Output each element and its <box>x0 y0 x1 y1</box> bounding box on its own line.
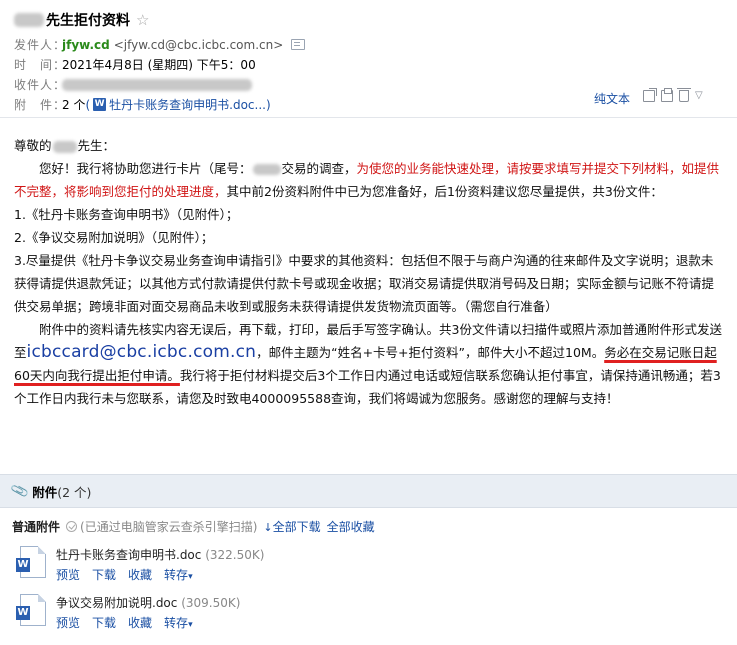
attachment-close-paren: ) <box>265 97 271 112</box>
caret-down-icon: ▾ <box>188 572 193 582</box>
attachment-row: 附 件： 2 个 ( W 牡丹卡账务查询申明书.doc... ) <box>14 96 271 113</box>
word-file-icon: W <box>16 546 46 578</box>
scan-note-text: (已通过电脑管家云查杀引擎扫描) <box>80 520 258 534</box>
attachment-open-paren: ( <box>85 97 91 112</box>
greeting: 尊敬的 先生： <box>14 134 724 157</box>
paragraph-2: 附件中的资料请先核实内容无误后，再下载，打印，最后手写签字确认。共3份文件请以扫… <box>14 318 724 410</box>
subject-text: 先生拒付资料 <box>46 13 130 29</box>
save-to-label: 转存 <box>164 616 189 630</box>
download-button[interactable]: 下载 <box>92 614 116 631</box>
time-label: 时 间： <box>14 58 67 72</box>
download-all-button[interactable]: ↓全部下载 <box>263 518 320 535</box>
recipient-label: 收件人： <box>14 78 67 92</box>
header-toolbar: ▽ <box>643 88 703 102</box>
attachments-count: (2 个) <box>57 484 92 500</box>
paragraph-1: 您好！我行将协助您进行卡片（尾号： 交易的调查，为使您的业务能快速处理，请按要求填… <box>14 157 724 203</box>
sender-name[interactable]: jfyw.cd <box>62 38 110 52</box>
list-item-2: 2.《争议交易附加说明》（见附件）； <box>14 230 214 245</box>
list-item-1: 1.《牡丹卡账务查询申明书》（见附件）； <box>14 207 239 222</box>
attachment-preview-link[interactable]: 牡丹卡账务查询申明书.doc... <box>109 96 266 113</box>
redacted-surname <box>52 140 77 153</box>
attachments-toolbar: 普通附件 (已通过电脑管家云查杀引擎扫描) ↓全部下载 全部收藏 <box>12 518 375 535</box>
recipient-row: 收件人： <box>14 76 252 93</box>
favorite-all-button[interactable]: 全部收藏 <box>327 518 375 535</box>
sender-row: 发件人： jfyw.cd <jfyw.cd@cbc.icbc.com.cn> <box>14 36 306 53</box>
sender-label: 发件人： <box>14 38 67 52</box>
attachment-file-1: W 牡丹卡账务查询申明书.doc (322.50K) 预览 下载 收藏 转存▾ <box>16 546 265 583</box>
save-to-button[interactable]: 转存▾ <box>164 566 193 583</box>
file-size: (322.50K) <box>205 548 265 562</box>
time-row: 时 间： 2021年4月8日 (星期四) 下午5：00 <box>14 56 256 73</box>
preview-button[interactable]: 预览 <box>56 566 80 583</box>
contact-card-icon[interactable] <box>291 39 306 50</box>
redacted-card-tail <box>252 164 281 175</box>
contact-email-link[interactable]: icbccard@cbc.icbc.com.cn <box>27 342 257 362</box>
para1-text-c: 其中前2份资料附件中已为您准备好，后1份资料建议您尽量提供，共3份文件： <box>226 184 663 199</box>
normal-attachments-label: 普通附件 <box>12 520 61 534</box>
trash-icon[interactable] <box>677 88 691 102</box>
attachment-count: 2 个 <box>62 98 86 112</box>
attachments-title: 附件 <box>32 484 58 500</box>
redacted-name <box>14 13 44 27</box>
fold-icon[interactable]: ▽ <box>695 90 703 102</box>
para1-text-b: 交易的调查， <box>281 161 357 176</box>
download-arrow-icon: ↓ <box>263 521 273 534</box>
download-all-label: 全部下载 <box>272 520 321 534</box>
mail-header: 先生拒付资料 ☆ 发件人： jfyw.cd <jfyw.cd@cbc.icbc.… <box>0 0 737 118</box>
sender-email[interactable]: <jfyw.cd@cbc.icbc.com.cn> <box>114 38 284 52</box>
mail-subject: 先生拒付资料 ☆ <box>14 10 149 30</box>
attachments-bar: 📎 附件 (2 个) <box>0 474 737 508</box>
file-name[interactable]: 争议交易附加说明.doc <box>56 596 177 610</box>
scan-note: (已通过电脑管家云查杀引擎扫描) <box>66 518 257 535</box>
para2-text-b: ，邮件主题为“姓名+卡号+拒付资料”，邮件大小不超过10M。 <box>256 345 605 360</box>
mail-body: 尊敬的 先生： 您好！我行将协助您进行卡片（尾号： 交易的调查，为使您的业务能快速处… <box>14 134 724 410</box>
download-button[interactable]: 下载 <box>92 566 116 583</box>
favorite-button[interactable]: 收藏 <box>128 566 152 583</box>
check-shield-icon <box>66 521 78 532</box>
greeting-prefix: 尊敬的 <box>14 138 52 153</box>
newwindow-icon[interactable] <box>643 88 657 102</box>
save-to-label: 转存 <box>164 568 189 582</box>
file-size: (309.50K) <box>181 596 241 610</box>
attachments-panel: 📎 附件 (2 个) 普通附件 (已通过电脑管家云查杀引擎扫描) ↓全部下载 全… <box>0 474 737 645</box>
word-doc-icon: W <box>93 98 107 111</box>
file-actions: 预览 下载 收藏 转存▾ <box>56 566 264 583</box>
attachment-file-2: W 争议交易附加说明.doc (309.50K) 预览 下载 收藏 转存▾ <box>16 594 241 631</box>
attachment-label: 附 件： <box>14 98 67 112</box>
save-to-button[interactable]: 转存▾ <box>164 614 193 631</box>
greeting-suffix: 先生： <box>77 138 116 153</box>
paperclip-icon: 📎 <box>9 481 31 501</box>
favorite-button[interactable]: 收藏 <box>128 614 152 631</box>
plain-text-link[interactable]: 纯文本 <box>594 90 630 107</box>
file-name[interactable]: 牡丹卡账务查询申明书.doc <box>56 548 201 562</box>
file-actions: 预览 下载 收藏 转存▾ <box>56 614 240 631</box>
list-item-3: 3.尽量提供《牡丹卡争议交易业务查询申请指引》中要求的其他资料：包括但不限于与商… <box>14 253 715 314</box>
print-icon[interactable] <box>661 88 673 102</box>
time-value: 2021年4月8日 (星期四) 下午5：00 <box>62 58 256 72</box>
redacted-recipient <box>62 78 252 91</box>
star-icon[interactable]: ☆ <box>136 11 149 29</box>
word-file-icon: W <box>16 594 46 626</box>
para1-text-a: 您好！我行将协助您进行卡片（尾号： <box>39 161 252 176</box>
caret-down-icon: ▾ <box>188 620 193 630</box>
preview-button[interactable]: 预览 <box>56 614 80 631</box>
